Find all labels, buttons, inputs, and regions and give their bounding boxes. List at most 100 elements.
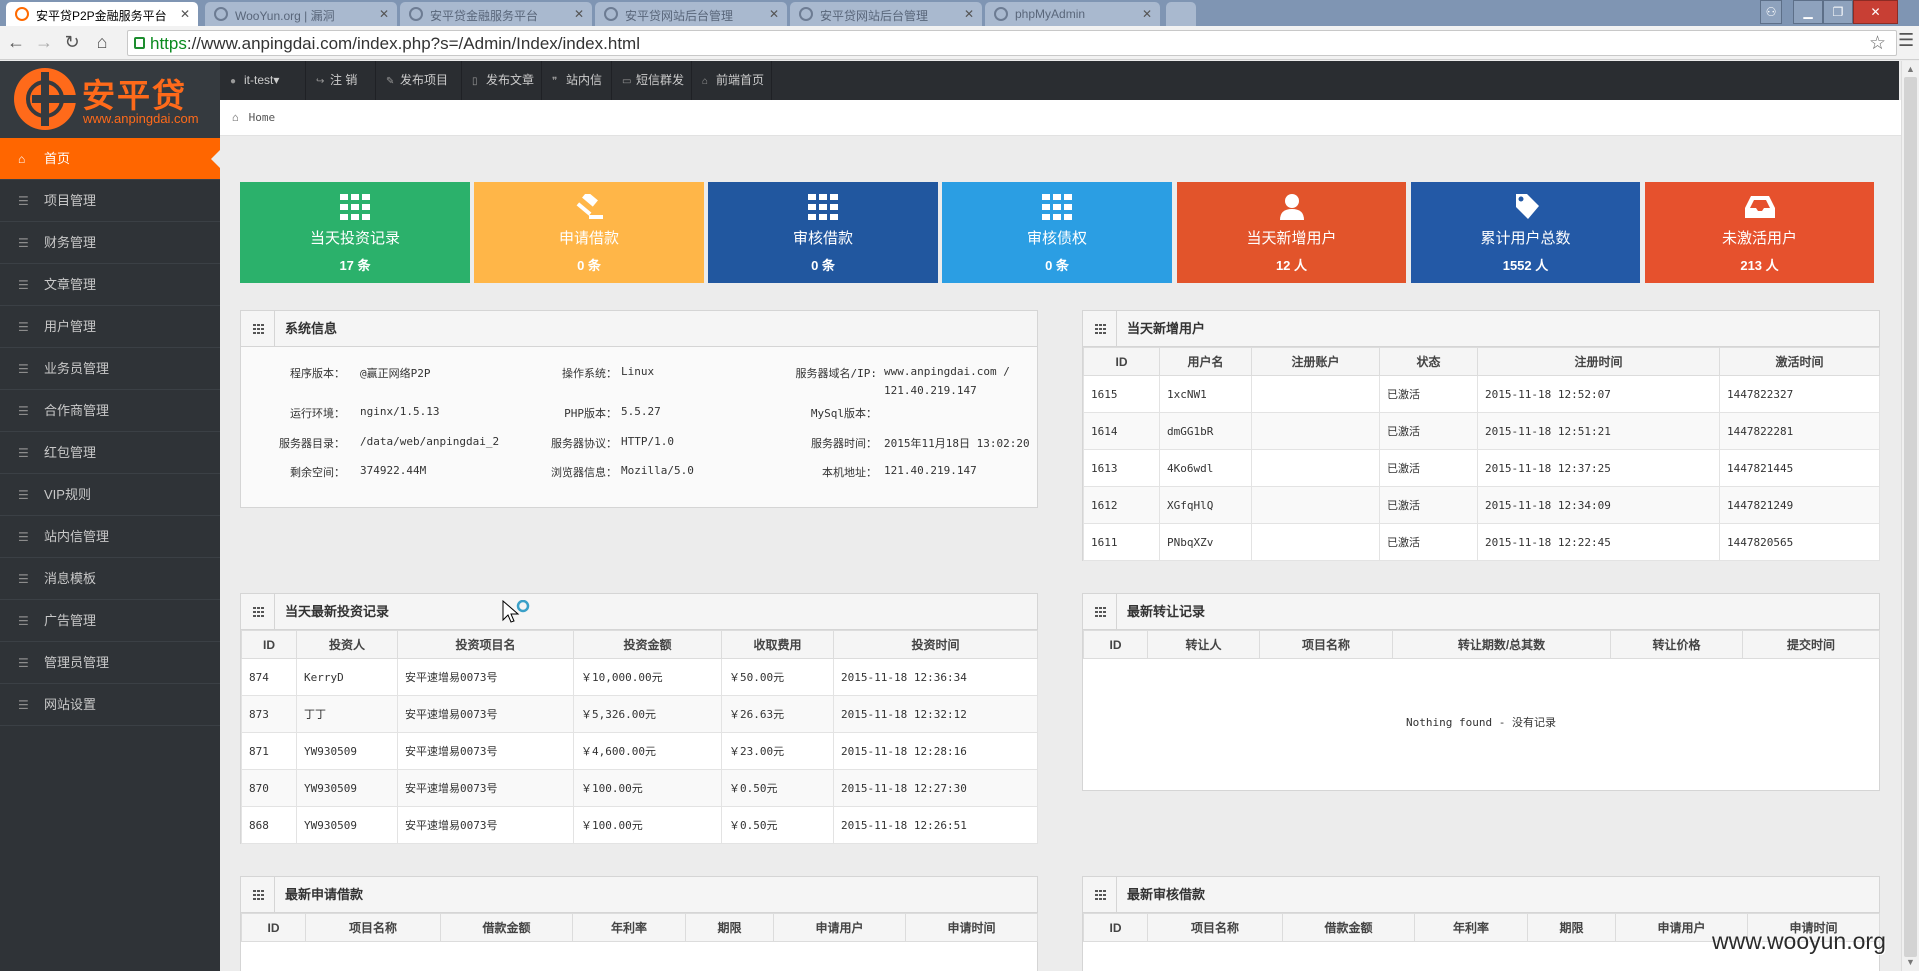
url-scheme: https (150, 34, 187, 53)
page-scrollbar[interactable]: ▲ ▼ (1901, 61, 1919, 971)
column-header[interactable]: 投资人 (296, 630, 398, 659)
column-header[interactable]: 收取费用 (721, 630, 834, 659)
column-header[interactable]: ID (1083, 630, 1148, 659)
sidebar-item-articles[interactable]: ☰ 文章管理 (0, 264, 220, 306)
nav-user-dropdown[interactable]: ● it-test▾ (220, 61, 306, 100)
table-row[interactable]: 1613 4Ko6wdl 已激活 2015-11-18 12:37:25 1447821… (1083, 449, 1880, 487)
sidebar-item-users[interactable]: ☰ 用户管理 (0, 306, 220, 348)
column-header[interactable]: ID (1083, 347, 1160, 376)
tab-close-icon[interactable]: ✕ (1142, 7, 1152, 21)
close-window-icon[interactable]: ✕ (1853, 0, 1898, 24)
stat-card-today-new-users[interactable]: 当天新增用户 12 人 (1177, 182, 1406, 283)
column-header[interactable]: 注册时间 (1477, 347, 1720, 376)
sidebar-item-partners[interactable]: ☰ 合作商管理 (0, 390, 220, 432)
column-header[interactable]: ID (241, 913, 306, 942)
stat-card-inactive-users[interactable]: 未激活用户 213 人 (1645, 182, 1874, 283)
url-input[interactable]: https://www.anpingdai.com/index.php?s=/A… (127, 30, 1897, 56)
nav-publish-article[interactable]: ▯ 发布文章 (462, 61, 542, 100)
column-header[interactable]: 状态 (1379, 347, 1478, 376)
column-header[interactable]: 投资金额 (573, 630, 722, 659)
tab-close-icon[interactable]: ✕ (769, 7, 779, 21)
column-header[interactable]: ID (241, 630, 297, 659)
table-row[interactable]: 1615 1xcNW1 已激活 2015-11-18 12:52:07 14478223… (1083, 375, 1880, 413)
nav-logout[interactable]: ↪ 注 销 (306, 61, 376, 100)
scroll-thumb[interactable] (1904, 77, 1917, 957)
column-header[interactable]: 借款金额 (440, 913, 573, 942)
browser-menu-icon[interactable]: ☰ (1898, 30, 1916, 51)
column-header[interactable]: 借款金额 (1282, 913, 1415, 942)
sidebar-item-salesmen[interactable]: ☰ 业务员管理 (0, 348, 220, 390)
forward-arrow-icon[interactable]: → (34, 32, 54, 52)
column-header[interactable]: 申请时间 (905, 913, 1038, 942)
browser-tab[interactable]: 安平贷金融服务平台 ✕ (400, 2, 592, 26)
column-header[interactable]: 转让期数/总其数 (1392, 630, 1611, 659)
column-header[interactable]: 期限 (1527, 913, 1616, 942)
nav-site-messages[interactable]: ❞ 站内信 (542, 61, 612, 100)
sidebar-item-home[interactable]: ⌂ 首页 (0, 138, 220, 180)
column-header[interactable]: 激活时间 (1719, 347, 1880, 376)
column-header[interactable]: ID (1083, 913, 1148, 942)
table-row[interactable]: 868 YW930509 安平速增易0073号 ￥100.00元 ￥0.50元 2015-… (241, 806, 1038, 844)
column-header[interactable]: 提交时间 (1742, 630, 1880, 659)
breadcrumb-home[interactable]: Home (249, 111, 276, 124)
table-row[interactable]: 874 KerryD 安平速增易0073号 ￥10,000.00元 ￥50.00元 201… (241, 658, 1038, 696)
column-header[interactable]: 投资时间 (833, 630, 1038, 659)
stat-card-total-users[interactable]: 累计用户总数 1552 人 (1411, 182, 1640, 283)
browser-tab[interactable]: 安平贷网站后台管理 ✕ (790, 2, 982, 26)
site-logo[interactable]: 安平贷 www.anpingdai.com (0, 61, 220, 138)
column-header[interactable]: 注册账户 (1251, 347, 1380, 376)
stat-card-loan-applications[interactable]: 申请借款 0 条 (474, 182, 704, 283)
sidebar-item-settings[interactable]: ☰ 网站设置 (0, 684, 220, 726)
browser-tab-active[interactable]: 安平贷P2P金融服务平台 ✕ (6, 2, 198, 26)
column-header[interactable]: 年利率 (572, 913, 686, 942)
table-row[interactable]: 1614 dmGG1bR 已激活 2015-11-18 12:51:21 1447822… (1083, 412, 1880, 450)
profile-icon[interactable]: ⚇ (1760, 0, 1782, 24)
nav-frontend-home[interactable]: ⌂ 前端首页 (692, 61, 772, 100)
tab-close-icon[interactable]: ✕ (180, 7, 190, 21)
new-tab-button[interactable] (1166, 2, 1196, 26)
scroll-up-arrow-icon[interactable]: ▲ (1906, 64, 1915, 74)
column-header[interactable]: 年利率 (1414, 913, 1528, 942)
tab-close-icon[interactable]: ✕ (379, 7, 389, 21)
sidebar-item-vip-rules[interactable]: ☰ VIP规则 (0, 474, 220, 516)
sidebar-item-projects[interactable]: ☰ 项目管理 (0, 180, 220, 222)
bookmark-star-icon[interactable]: ☆ (1869, 32, 1886, 55)
column-header[interactable]: 期限 (685, 913, 774, 942)
stat-card-review-loans[interactable]: 审核借款 0 条 (708, 182, 938, 283)
table-row[interactable]: 873 丁丁 安平速增易0073号 ￥5,326.00元 ￥26.63元 2015-11-… (241, 695, 1038, 733)
column-header[interactable]: 申请用户 (773, 913, 906, 942)
table-row[interactable]: 1612 XGfqHlQ 已激活 2015-11-18 12:34:09 1447821… (1083, 486, 1880, 524)
column-header[interactable]: 项目名称 (305, 913, 441, 942)
sidebar-item-admins[interactable]: ☰ 管理员管理 (0, 642, 220, 684)
table-row[interactable]: 871 YW930509 安平速增易0073号 ￥4,600.00元 ￥23.00元 20… (241, 732, 1038, 770)
sidebar-item-ads[interactable]: ☰ 广告管理 (0, 600, 220, 642)
tab-close-icon[interactable]: ✕ (574, 7, 584, 21)
tab-close-icon[interactable]: ✕ (964, 7, 974, 21)
nav-publish-project[interactable]: ✎ 发布项目 (376, 61, 462, 100)
table-row[interactable]: 1611 PNbqXZv 已激活 2015-11-18 12:22:45 1447820… (1083, 523, 1880, 561)
maximize-icon[interactable]: ❐ (1823, 0, 1853, 24)
sidebar-item-message-templates[interactable]: ☰ 消息模板 (0, 558, 220, 600)
sidebar-item-messages[interactable]: ☰ 站内信管理 (0, 516, 220, 558)
tab-title: phpMyAdmin (1015, 7, 1086, 21)
column-header[interactable]: 项目名称 (1259, 630, 1393, 659)
column-header[interactable]: 转让价格 (1610, 630, 1743, 659)
home-icon[interactable]: ⌂ (92, 32, 112, 52)
back-arrow-icon[interactable]: ← (6, 32, 26, 52)
column-header[interactable]: 用户名 (1159, 347, 1252, 376)
stat-card-today-investments[interactable]: 当天投资记录 17 条 (240, 182, 470, 283)
reload-icon[interactable]: ↻ (62, 32, 82, 52)
minimize-icon[interactable]: ▁ (1793, 0, 1823, 24)
stat-card-review-debts[interactable]: 审核债权 0 条 (942, 182, 1172, 283)
sidebar-item-red-packets[interactable]: ☰ 红包管理 (0, 432, 220, 474)
table-row[interactable]: 870 YW930509 安平速增易0073号 ￥100.00元 ￥0.50元 2015-… (241, 769, 1038, 807)
browser-tab[interactable]: 安平贷网站后台管理 ✕ (595, 2, 787, 26)
nav-sms-broadcast[interactable]: ▭ 短信群发 (612, 61, 692, 100)
column-header[interactable]: 项目名称 (1147, 913, 1283, 942)
browser-tab[interactable]: WooYun.org | 漏洞 ✕ (205, 2, 397, 26)
scroll-down-arrow-icon[interactable]: ▼ (1906, 957, 1915, 967)
browser-tab[interactable]: phpMyAdmin ✕ (985, 2, 1160, 26)
column-header[interactable]: 投资项目名 (397, 630, 574, 659)
sidebar-item-finance[interactable]: ☰ 财务管理 (0, 222, 220, 264)
column-header[interactable]: 转让人 (1147, 630, 1260, 659)
